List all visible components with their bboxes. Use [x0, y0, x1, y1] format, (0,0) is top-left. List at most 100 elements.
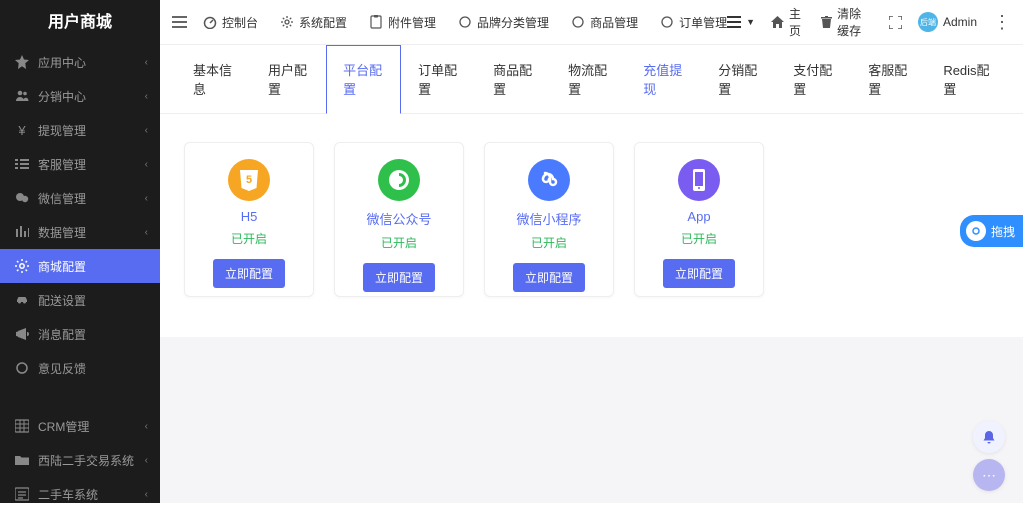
tab-0[interactable]: 基本信息: [176, 45, 251, 113]
avatar: 后端: [918, 12, 938, 32]
sidebar-item-7[interactable]: 配送设置: [0, 283, 160, 317]
clip-icon: [369, 15, 383, 29]
tab-10[interactable]: Redis配置: [926, 45, 1007, 113]
bars-icon: [14, 225, 30, 239]
tab-4[interactable]: 商品配置: [476, 45, 551, 113]
sidebar-item-3[interactable]: 客服管理 ‹: [0, 147, 160, 181]
notification-bell-button[interactable]: [973, 421, 1005, 453]
chevron-left-icon: ‹: [145, 91, 148, 102]
sidebar-item-label: 数据管理: [38, 224, 86, 241]
chat-float-button[interactable]: ⋯: [973, 459, 1005, 491]
wechat-icon: [378, 159, 420, 201]
expand-icon[interactable]: [889, 16, 902, 29]
platform-card-3: App已开启立即配置: [634, 142, 764, 297]
drag-float-tag[interactable]: 拖拽: [960, 215, 1023, 247]
home-label: 主页: [789, 5, 805, 39]
configure-button[interactable]: 立即配置: [363, 263, 435, 292]
gear-icon: [280, 15, 294, 29]
users-icon: [14, 89, 30, 103]
sidebar-item-label: 微信管理: [38, 190, 86, 207]
topnav-label: 商品管理: [590, 14, 638, 31]
sidebar-item-label: 西陆二手交易系统: [38, 452, 134, 469]
sidebar-menu: 应用中心‹分销中心‹¥提现管理‹客服管理‹微信管理‹数据管理‹商城配置配送设置消…: [0, 45, 160, 511]
sidebar-item-label: 客服管理: [38, 156, 86, 173]
sidebar: 用户商城 应用中心‹分销中心‹¥提现管理‹客服管理‹微信管理‹数据管理‹商城配置…: [0, 0, 160, 503]
link-icon: [966, 221, 986, 241]
card-title: H5: [241, 209, 258, 224]
configure-button[interactable]: 立即配置: [663, 259, 735, 288]
menu-dots-icon[interactable]: ⋮: [993, 12, 1011, 33]
h5-icon: 5: [228, 159, 270, 201]
list2-icon: [14, 487, 30, 501]
tab-1[interactable]: 用户配置: [251, 45, 326, 113]
tab-8[interactable]: 支付配置: [776, 45, 851, 113]
tabs-container: 基本信息用户配置平台配置订单配置商品配置物流配置充值提现分销配置支付配置客服配置…: [160, 45, 1023, 337]
chevron-left-icon: ‹: [145, 159, 148, 170]
sidebar-item-6[interactable]: 商城配置: [0, 249, 160, 283]
home-link[interactable]: 主页: [771, 5, 805, 39]
cogs-icon: [14, 259, 30, 273]
tab-2[interactable]: 平台配置: [326, 45, 401, 114]
tab-5[interactable]: 物流配置: [551, 45, 626, 113]
topnav-item-5[interactable]: 订单管理: [660, 14, 727, 31]
list-toggle-button[interactable]: ▼: [727, 16, 755, 28]
sidebar-item-label: 意见反馈: [38, 360, 86, 377]
card-status: 已开启: [531, 234, 567, 251]
sidebar-item-5[interactable]: 数据管理‹: [0, 215, 160, 249]
tab-6[interactable]: 充值提现: [626, 45, 701, 113]
chevron-left-icon: ‹: [145, 455, 148, 466]
topnav-label: 订单管理: [679, 14, 727, 31]
sidebar-item-1[interactable]: 分销中心 ‹: [0, 79, 160, 113]
card-status: 已开启: [681, 230, 717, 247]
sidebar-item-4[interactable]: 微信管理 ‹: [0, 181, 160, 215]
sidebar-item-8[interactable]: 消息配置: [0, 317, 160, 351]
sidebar-item-label: 配送设置: [38, 292, 86, 309]
topnav-item-4[interactable]: 商品管理: [571, 14, 638, 31]
topbar: 控制台 系统配置 附件管理 品牌分类管理 商品管理 订单管理 ▼ 主页 清除缓存 后端 A…: [160, 0, 1023, 45]
sidebar-item-label: 应用中心: [38, 54, 86, 71]
config-tabs: 基本信息用户配置平台配置订单配置商品配置物流配置充值提现分销配置支付配置客服配置…: [160, 45, 1023, 114]
sidebar-item-11[interactable]: 西陆二手交易系统 ‹: [0, 443, 160, 477]
topnav-label: 附件管理: [388, 14, 436, 31]
card-title: 微信小程序: [516, 209, 581, 228]
clear-cache-button[interactable]: 清除缓存: [821, 5, 873, 39]
tab-7[interactable]: 分销配置: [701, 45, 776, 113]
topnav-item-1[interactable]: 系统配置: [280, 14, 347, 31]
app-icon: [678, 159, 720, 201]
configure-button[interactable]: 立即配置: [213, 259, 285, 288]
mini-icon: [528, 159, 570, 201]
tab-3[interactable]: 订单配置: [401, 45, 476, 113]
topnav-label: 控制台: [222, 14, 258, 31]
brand-title: 用户商城: [0, 0, 160, 45]
top-nav-links: 控制台 系统配置 附件管理 品牌分类管理 商品管理 订单管理: [203, 14, 727, 31]
sidebar-item-0[interactable]: 应用中心‹: [0, 45, 160, 79]
sidebar-item-9[interactable]: 意见反馈: [0, 351, 160, 385]
sidebar-item-label: 提现管理: [38, 122, 86, 139]
topbar-right: ▼ 主页 清除缓存 后端 Admin ⋮: [727, 5, 1011, 39]
sidebar-item-12[interactable]: 二手车系统‹: [0, 477, 160, 511]
circleo-icon: [660, 15, 674, 29]
yen-icon: ¥: [14, 123, 30, 137]
hamburger-icon[interactable]: [172, 16, 187, 28]
user-menu[interactable]: 后端 Admin: [918, 12, 977, 32]
circleo-icon: [571, 15, 585, 29]
card-status: 已开启: [381, 234, 417, 251]
sidebar-item-label: 分销中心: [38, 88, 86, 105]
chevron-left-icon: ‹: [145, 421, 148, 432]
sidebar-item-2[interactable]: ¥ 提现管理 ‹: [0, 113, 160, 147]
caret-down-icon: ▼: [746, 17, 755, 27]
configure-button[interactable]: 立即配置: [513, 263, 585, 292]
topnav-label: 系统配置: [299, 14, 347, 31]
tab-9[interactable]: 客服配置: [851, 45, 926, 113]
sidebar-item-label: 消息配置: [38, 326, 86, 343]
car-icon: [14, 293, 30, 307]
drag-label: 拖拽: [991, 223, 1015, 240]
chevron-left-icon: ‹: [145, 125, 148, 136]
topnav-item-3[interactable]: 品牌分类管理: [458, 14, 549, 31]
circle-icon: [14, 361, 30, 375]
circleo-icon: [458, 15, 472, 29]
topnav-item-2[interactable]: 附件管理: [369, 14, 436, 31]
chevron-left-icon: ‹: [145, 193, 148, 204]
sidebar-item-10[interactable]: CRM管理‹: [0, 409, 160, 443]
topnav-item-0[interactable]: 控制台: [203, 14, 258, 31]
